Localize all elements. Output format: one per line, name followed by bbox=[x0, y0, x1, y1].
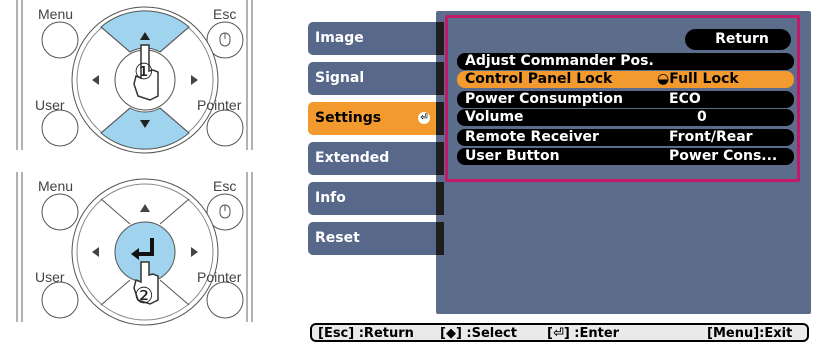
row-value: ◒Full Lock bbox=[657, 71, 739, 87]
menu-row-control-panel-lock[interactable]: Control Panel Lock ◒Full Lock bbox=[457, 71, 794, 88]
esc-label: Esc bbox=[213, 6, 237, 22]
row-value: ECO bbox=[669, 91, 701, 107]
sidebar-item-label: Reset bbox=[315, 230, 360, 246]
menu-row-volume[interactable]: Volume 0 bbox=[457, 109, 794, 126]
step-marker-1: ① bbox=[134, 60, 154, 85]
enter-icon: ⏎ bbox=[418, 112, 430, 124]
menu-row-user-button[interactable]: User Button Power Cons... bbox=[457, 148, 794, 165]
pointer-label: Pointer bbox=[197, 97, 242, 113]
sidebar-item-label: Image bbox=[315, 30, 364, 46]
user-label: User bbox=[35, 269, 65, 285]
status-exit: [Menu]:Exit bbox=[707, 326, 793, 341]
sidebar-item-label: Settings bbox=[315, 110, 382, 126]
row-value: Power Cons... bbox=[669, 148, 778, 164]
status-bar: [Esc] :Return [◆] :Select [⏎] :Enter [Me… bbox=[310, 323, 809, 342]
row-value: 0 bbox=[697, 109, 707, 125]
menu-label: Menu bbox=[38, 6, 74, 22]
row-label: User Button bbox=[465, 148, 560, 164]
row-label: Adjust Commander Pos. bbox=[465, 53, 654, 69]
sidebar-item-label: Info bbox=[315, 190, 346, 206]
remote-illustration-bottom: Menu Esc User Pointer ② bbox=[0, 172, 290, 344]
sidebar-item-label: Signal bbox=[315, 70, 365, 86]
remote-bottom-svg bbox=[16, 172, 253, 326]
menu-sidebar: Image Signal Settings ⏎ Extended Info Re… bbox=[308, 22, 444, 262]
status-enter: [⏎] :Enter bbox=[547, 326, 620, 341]
pointer-button[interactable] bbox=[206, 281, 244, 319]
row-label: Power Consumption bbox=[465, 91, 623, 107]
sidebar-item-settings[interactable]: Settings ⏎ bbox=[308, 102, 444, 135]
step-marker-2: ② bbox=[134, 284, 154, 309]
pointer-button[interactable] bbox=[206, 109, 244, 147]
row-label: Control Panel Lock bbox=[465, 71, 613, 87]
user-label: User bbox=[35, 97, 65, 113]
menu-row-power-consumption[interactable]: Power Consumption ECO bbox=[457, 91, 794, 108]
row-label: Volume bbox=[465, 109, 524, 125]
pointer-label: Pointer bbox=[197, 269, 242, 285]
enter-icon: ◒ bbox=[657, 71, 670, 87]
esc-label: Esc bbox=[213, 178, 237, 194]
user-button[interactable] bbox=[41, 109, 79, 147]
sidebar-item-image[interactable]: Image bbox=[308, 22, 444, 55]
return-button[interactable]: Return bbox=[685, 29, 791, 50]
menu-button[interactable] bbox=[41, 193, 79, 231]
remote-illustration-top: Menu Esc User Pointer ① bbox=[0, 0, 290, 160]
status-return: [Esc] :Return bbox=[318, 326, 414, 341]
sidebar-item-info[interactable]: Info bbox=[308, 182, 444, 215]
sidebar-item-reset[interactable]: Reset bbox=[308, 222, 444, 255]
menu-row-remote-receiver[interactable]: Remote Receiver Front/Rear bbox=[457, 129, 794, 146]
row-label: Remote Receiver bbox=[465, 129, 599, 145]
sidebar-item-signal[interactable]: Signal bbox=[308, 62, 444, 95]
menu-row-adjust-commander[interactable]: Adjust Commander Pos. bbox=[457, 53, 794, 70]
sidebar-item-label: Extended bbox=[315, 150, 390, 166]
menu-label: Menu bbox=[38, 178, 74, 194]
menu-button[interactable] bbox=[41, 21, 79, 59]
user-button[interactable] bbox=[41, 281, 79, 319]
status-select: [◆] :Select bbox=[440, 326, 517, 341]
sidebar-item-extended[interactable]: Extended bbox=[308, 142, 444, 175]
row-value: Front/Rear bbox=[669, 129, 753, 145]
